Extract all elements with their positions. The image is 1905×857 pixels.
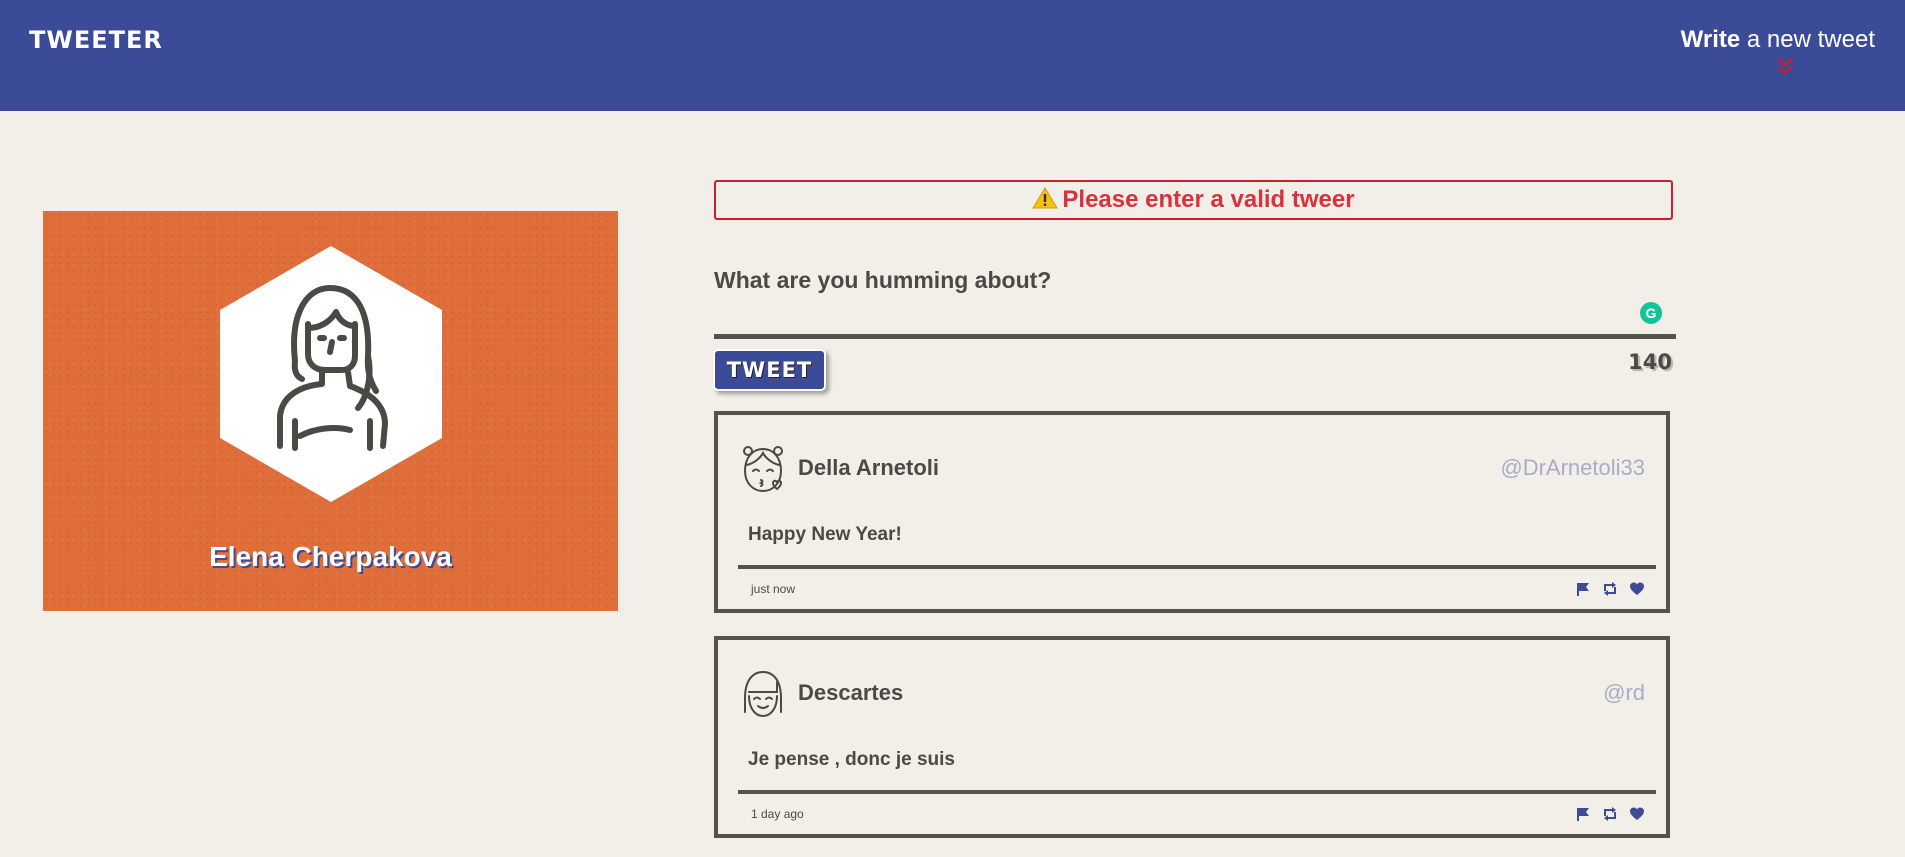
profile-name: Elena Cherpakova [209,541,452,572]
new-tweet-label: a new tweet [1740,26,1875,53]
flag-icon[interactable] [1575,806,1591,822]
retweet-icon[interactable] [1602,581,1618,597]
brand-logo[interactable]: TWEETER [29,26,163,54]
tweet-divider [738,790,1656,794]
tweet-author-name: Della Arnetoli [798,455,939,480]
tweet-timestamp: just now [751,582,796,596]
write-label: Write [1680,26,1741,53]
profile-card: Elena Cherpakova [43,211,618,611]
warning-icon [1032,187,1059,209]
error-text: Please enter a valid tweer [1062,186,1355,213]
kissing-face-avatar-icon [743,446,783,493]
tweet-divider [738,565,1656,569]
flag-icon[interactable] [1575,581,1591,597]
retweet-icon[interactable] [1602,806,1618,822]
tweet-actions [1569,806,1645,822]
write-new-tweet-link[interactable]: Write a new tweet [1681,26,1875,54]
top-nav: TWEETER Write a new tweet [0,0,1905,111]
tweet-text: Je pense , donc je suis [748,749,955,770]
heart-icon[interactable] [1629,806,1645,822]
double-chevron-down-icon[interactable] [1774,54,1796,80]
tweet-actions [1569,581,1645,597]
tweet-author-handle: @rd [1603,680,1645,705]
tweet-card: Della Arnetoli @DrArnetoli33 Happy New Y… [714,411,1670,613]
tweet-button[interactable]: TWEET [713,349,826,391]
error-message: Please enter a valid tweer [714,180,1673,220]
character-counter: 140 [1628,350,1672,374]
tweet-timestamp: 1 day ago [751,807,804,821]
smiling-face-avatar-icon [744,670,782,718]
grammarly-icon[interactable]: G [1640,302,1662,324]
tweet-textarea[interactable] [714,296,1676,339]
woman-avatar-icon [220,246,442,502]
tweet-author-handle: @DrArnetoli33 [1500,455,1645,480]
compose-label: What are you humming about? [714,267,1052,293]
tweet-author-name: Descartes [798,680,904,705]
tweet-text: Happy New Year! [748,524,902,545]
heart-icon[interactable] [1629,581,1645,597]
tweet-card: Descartes @rd Je pense , donc je suis 1 … [714,636,1670,838]
